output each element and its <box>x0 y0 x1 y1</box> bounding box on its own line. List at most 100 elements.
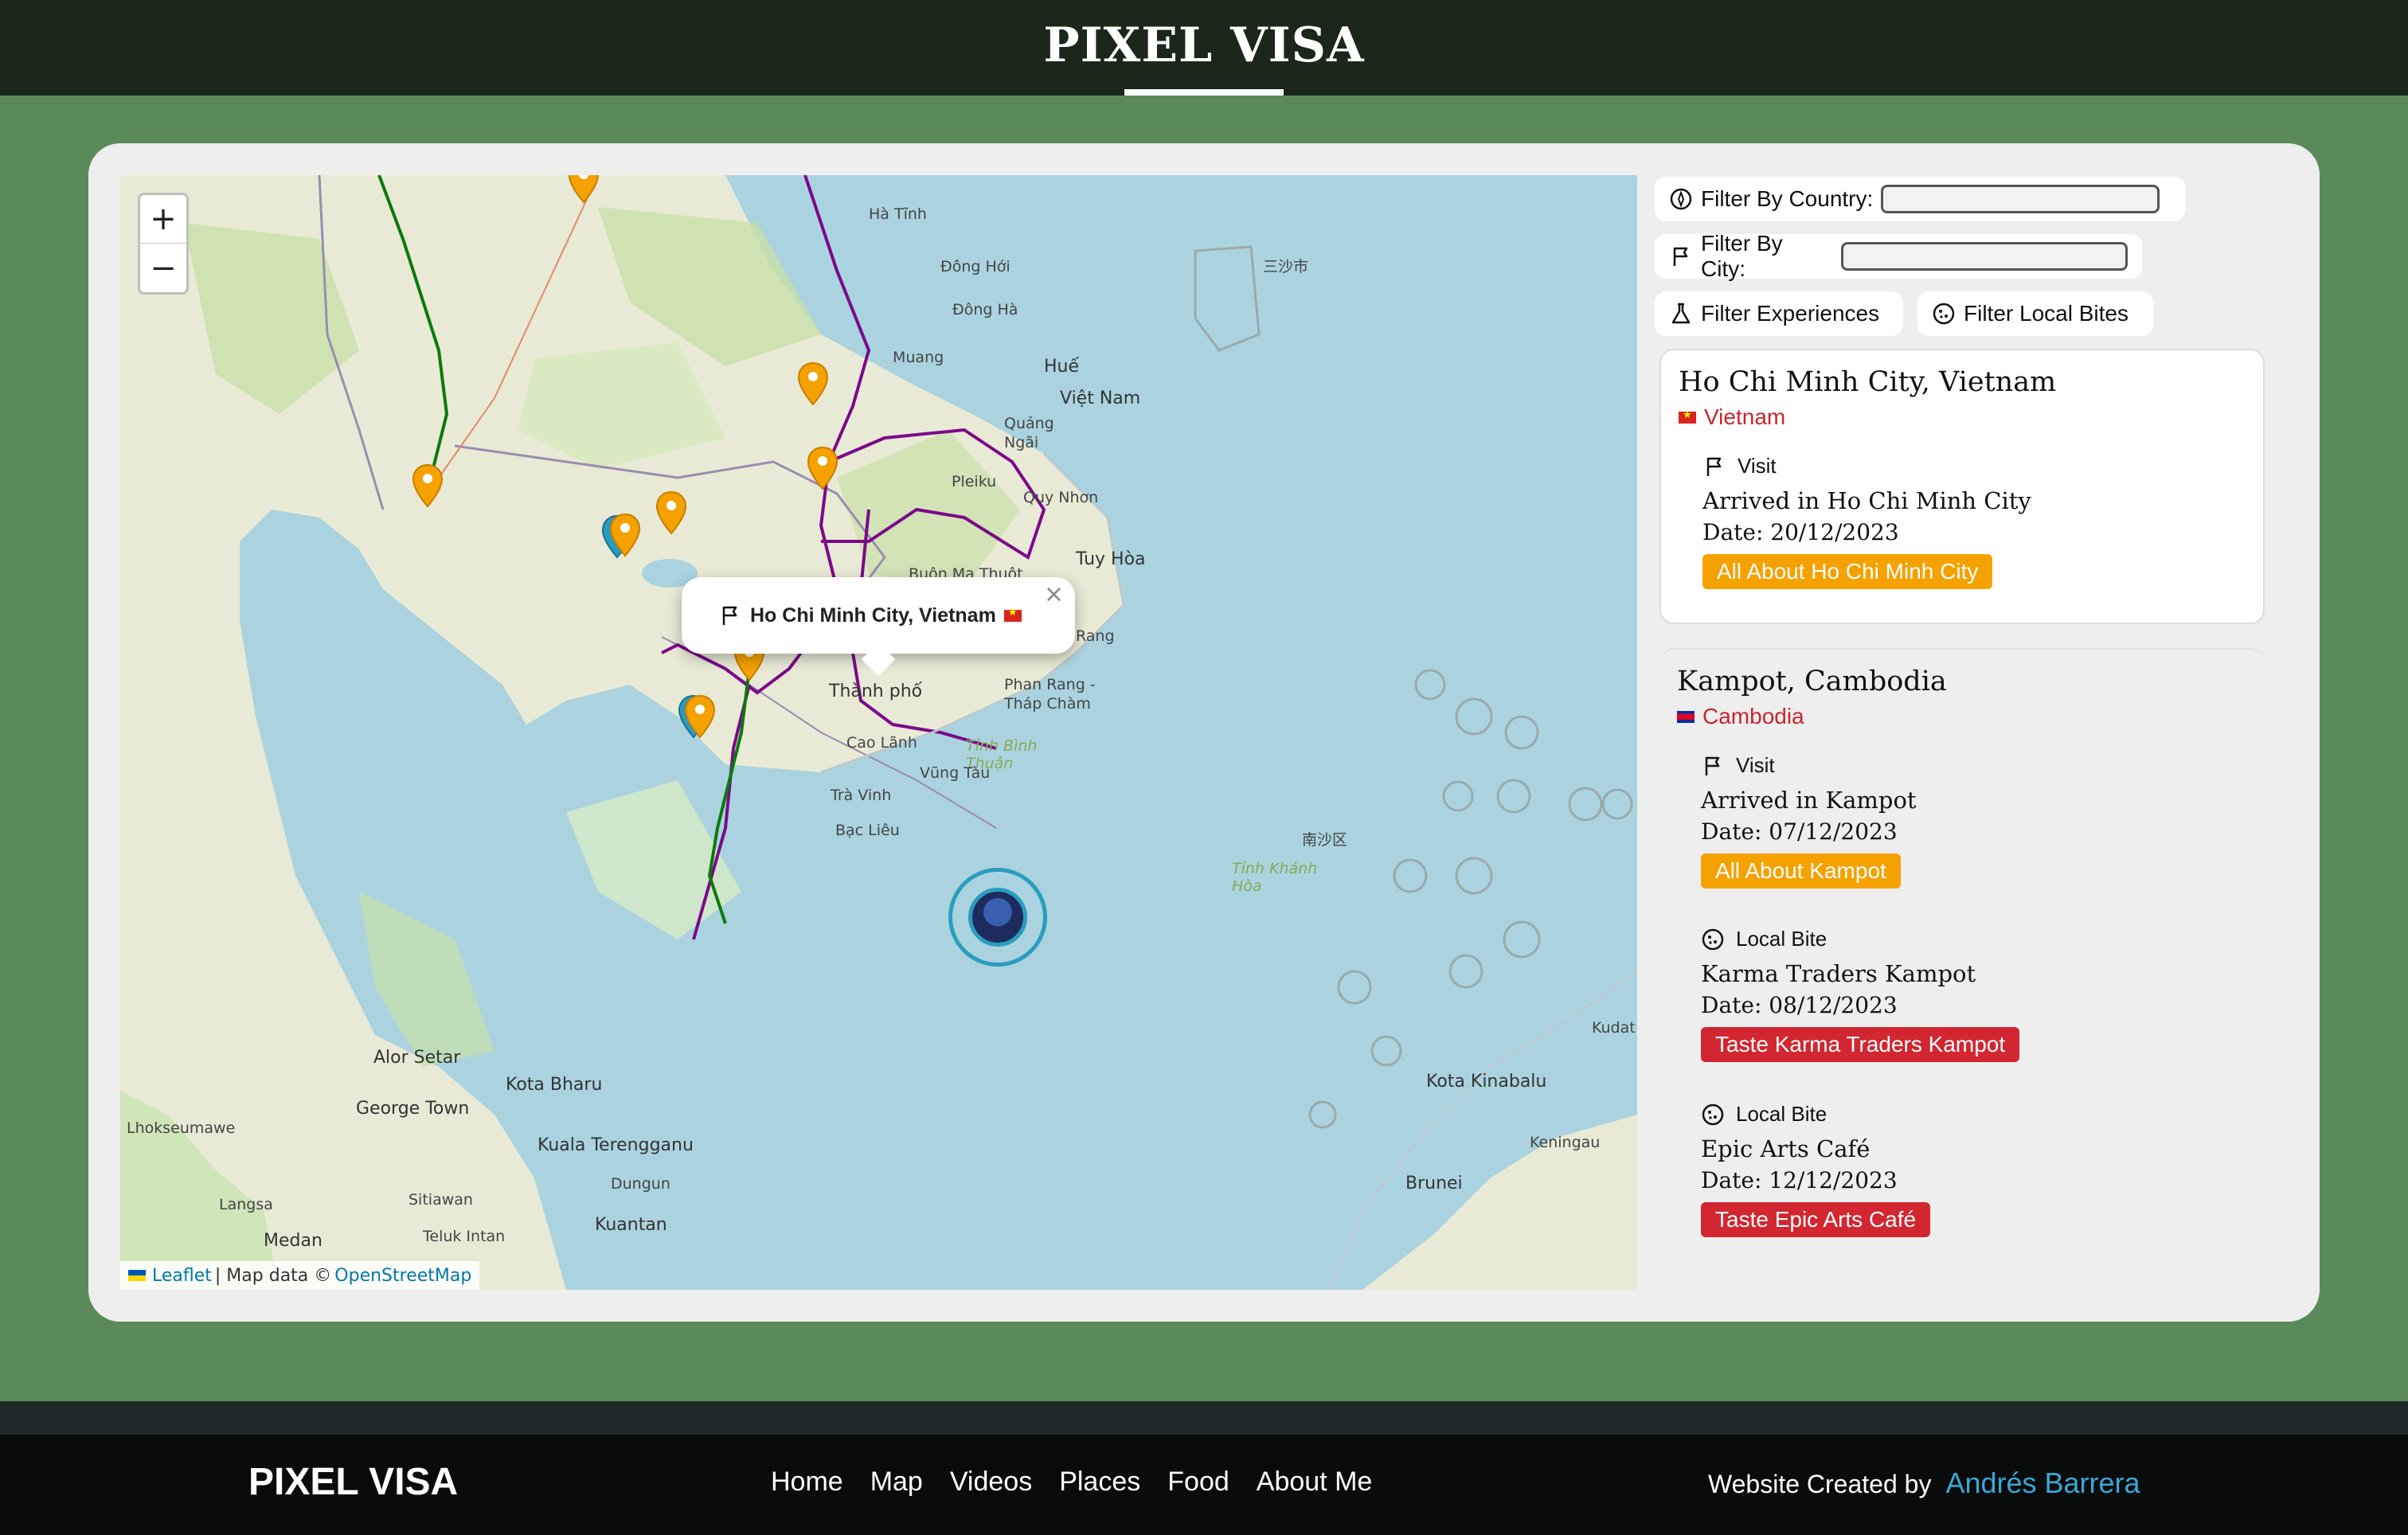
entry-country: Cambodia <box>1677 704 1804 729</box>
entry-kind-label: Visit <box>1736 753 1775 777</box>
map-label-ha-tinh: Hà Tĩnh <box>869 205 927 223</box>
footer-nav: Home Map Videos Places Food About Me <box>771 1467 1372 1498</box>
filter-local-bites-button[interactable]: Filter Local Bites <box>1917 291 2153 336</box>
filter-city: Filter By City: <box>1655 231 2142 281</box>
filter-city-label: Filter By City: <box>1700 231 1783 281</box>
zoom-control: + − <box>138 193 189 295</box>
footer-nav-videos[interactable]: Videos <box>950 1467 1032 1498</box>
map-label-kudat: Kudat <box>1592 1019 1636 1037</box>
footer-credit: Website Created by Andrés Barrera <box>1708 1467 2140 1500</box>
map-label-brunei: Brunei <box>1405 1174 1463 1193</box>
cookie-icon <box>1933 303 1955 325</box>
entry-card-ho-chi-minh: Ho Chi Minh City, Vietnam Vietnam Visit … <box>1659 349 2265 624</box>
entry-tag-button[interactable]: Taste Karma Traders Kampot <box>1701 1027 2020 1062</box>
entry-tag-button[interactable]: Taste Epic Arts Café <box>1701 1202 1931 1237</box>
map-label-bac-lieu: Bạc Liêu <box>835 822 900 839</box>
map-label-hue: Huế <box>1044 357 1080 377</box>
map-label-vung-tau: Vũng Tàu <box>920 764 991 782</box>
footer-nav-map[interactable]: Map <box>870 1467 923 1498</box>
zoom-out-button[interactable]: − <box>140 244 186 292</box>
footer-author-link[interactable]: Andrés Barrera <box>1945 1467 2140 1500</box>
entry-date: Date: 07/12/2023 <box>1701 818 1898 845</box>
site-title[interactable]: PIXEL VISA <box>0 18 2408 73</box>
map-container[interactable]: Hà Tĩnh Đông Hới Đông Hà Huế Việt Nam Mu… <box>120 175 1637 1290</box>
vietnam-flag-icon <box>1679 408 1696 424</box>
flask-icon <box>1671 303 1691 324</box>
map-marker[interactable] <box>412 463 444 508</box>
map-attribution: Leaflet | Map data © OpenStreetMap <box>120 1261 480 1290</box>
entry-tag-button[interactable]: All About Kampot <box>1701 853 1901 889</box>
map-label-kota-bharu: Kota Bharu <box>506 1075 603 1095</box>
vietnam-flag-icon <box>1003 607 1022 622</box>
map-label-kuala-terengganu: Kuala Terengganu <box>538 1135 694 1155</box>
map-label-tra-vinh: Trà Vinh <box>831 787 892 804</box>
filter-country-select[interactable] <box>1881 185 2160 213</box>
entry-kind: Local Bite <box>1701 1102 1827 1127</box>
map-label-muang: Muang <box>893 349 944 366</box>
footer-band <box>0 1401 2408 1435</box>
map-label-thanh-pho: Thành phố <box>829 682 923 701</box>
map-tiles <box>120 175 1637 1290</box>
entry-country-name: Vietnam <box>1704 404 1786 429</box>
footer-credit-text: Website Created by <box>1708 1470 1932 1498</box>
entry-date: Date: 20/12/2023 <box>1702 519 1899 545</box>
map-label-teluk-intan: Teluk Intan <box>423 1228 506 1245</box>
filter-country-label: Filter By Country: <box>1701 186 1874 211</box>
map-label-xisha: 三沙市 <box>1263 258 1309 275</box>
sidebar: Filter By Country: Filter By City: Filte… <box>1655 175 2276 1290</box>
entry-kind-label: Local Bite <box>1736 1102 1828 1126</box>
filter-city-select[interactable] <box>1841 242 2128 271</box>
map-label-phan-rang: Phan Rang - Tháp Chàm <box>1004 676 1096 713</box>
map-label-sitiawan: Sitiawan <box>408 1191 473 1209</box>
map-label-lhokseumawe: Lhokseumawe <box>127 1119 236 1137</box>
site-footer: PIXEL VISA Home Map Videos Places Food A… <box>0 1435 2408 1535</box>
cookie-icon <box>1702 1103 1724 1125</box>
map-label-dong-hoi: Đông Hới <box>940 258 1010 275</box>
flag-icon <box>1706 457 1722 476</box>
footer-nav-places[interactable]: Places <box>1059 1467 1140 1498</box>
entry-description: Arrived in Ho Chi Minh City <box>1702 487 2031 514</box>
entry-description: Epic Arts Café <box>1701 1135 1870 1162</box>
map-marker[interactable] <box>609 513 641 557</box>
map-marker[interactable] <box>568 175 600 204</box>
entry-description: Arrived in Kampot <box>1701 787 1917 814</box>
footer-nav-food[interactable]: Food <box>1167 1467 1229 1498</box>
map-marker[interactable] <box>797 361 829 406</box>
compass-icon <box>1670 188 1692 210</box>
footer-nav-home[interactable]: Home <box>771 1467 843 1498</box>
filter-local-bites-label: Filter Local Bites <box>1964 301 2128 326</box>
footer-nav-about[interactable]: About Me <box>1257 1467 1373 1498</box>
entry-kind: Local Bite <box>1701 927 1827 951</box>
entry-kind-label: Visit <box>1738 454 1777 478</box>
map-label-medan: Medan <box>264 1231 322 1251</box>
map-label-cao-lanh: Cao Lãnh <box>846 734 917 752</box>
map-marker[interactable] <box>655 490 687 535</box>
entry-tag-button[interactable]: All About Ho Chi Minh City <box>1702 554 1993 589</box>
ukraine-flag-icon <box>128 1270 146 1281</box>
map-popup: Ho Chi Minh City, Vietnam × <box>682 577 1075 677</box>
map-label-alor-setar: Alor Setar <box>373 1048 461 1068</box>
cookie-icon <box>1702 928 1724 950</box>
entry-title: Kampot, Cambodia <box>1677 666 1947 697</box>
filter-experiences-label: Filter Experiences <box>1701 301 1880 326</box>
map-label-tuy-hoa: Tuy Hòa <box>1076 549 1146 569</box>
entry-kind-label: Local Bite <box>1736 927 1828 951</box>
footer-brand[interactable]: PIXEL VISA <box>248 1460 458 1504</box>
map-marker[interactable] <box>684 694 716 739</box>
zoom-in-button[interactable]: + <box>140 195 186 244</box>
entry-date: Date: 12/12/2023 <box>1701 1167 1898 1193</box>
filter-experiences-button[interactable]: Filter Experiences <box>1655 291 1903 336</box>
map-label-nansha: 南沙区 <box>1302 831 1348 849</box>
map-label-khanh-hoa: Tỉnh Khánh Hòa <box>1232 860 1318 895</box>
map-marker[interactable] <box>807 446 838 490</box>
openstreetmap-link[interactable]: OpenStreetMap <box>334 1266 471 1286</box>
map-label-dungun: Dungun <box>611 1175 670 1193</box>
map-label-quang-ngai: Quảng Ngãi <box>1004 415 1054 451</box>
leaflet-link[interactable]: Leaflet <box>152 1266 212 1286</box>
popup-close-button[interactable]: × <box>1044 580 1064 608</box>
entry-description: Karma Traders Kampot <box>1701 960 1976 987</box>
entry-kind: Visit <box>1702 454 1777 478</box>
current-location-avatar[interactable] <box>948 868 1047 967</box>
cambodia-flag-icon <box>1677 710 1695 723</box>
entry-title: Ho Chi Minh City, Vietnam <box>1679 366 2057 398</box>
